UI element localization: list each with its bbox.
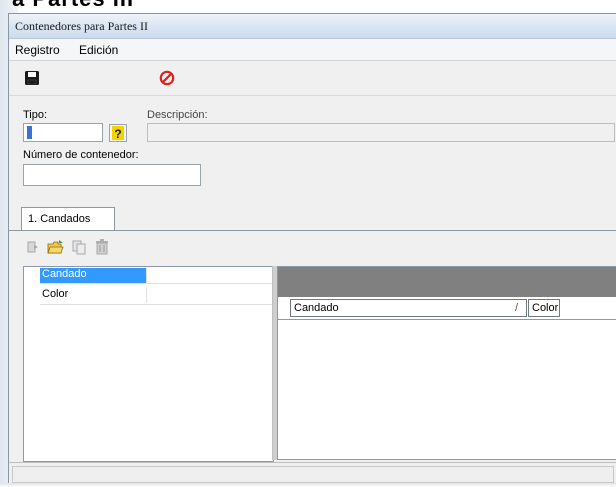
menu-bar: Registro Edición [9, 39, 616, 61]
tab-candados-label: 1. Candados [28, 213, 91, 225]
properties-panel: Candado Color [23, 266, 274, 462]
numero-contenedor-label: Número de contenedor: [23, 149, 139, 161]
status-bar [9, 462, 616, 485]
column-candado-label: Candado [294, 302, 339, 314]
property-color[interactable]: Color [40, 288, 146, 303]
menu-registro[interactable]: Registro [15, 43, 60, 57]
floppy-disk-icon [25, 71, 39, 85]
text-cursor [27, 126, 32, 139]
property-candado[interactable]: Candado [40, 268, 146, 283]
cancel-button[interactable] [156, 67, 178, 89]
tipo-label: Tipo: [23, 109, 48, 121]
save-button[interactable] [21, 67, 43, 89]
column-color-label: Color [532, 302, 559, 314]
background-heading: a Partes III [12, 0, 134, 12]
menu-edicion[interactable]: Edición [79, 43, 118, 57]
copy-button[interactable] [71, 239, 87, 255]
descripcion-label: Descripción: [147, 109, 208, 121]
group-by-area[interactable] [278, 267, 616, 297]
svg-text:?: ? [114, 127, 121, 140]
delete-icon [96, 239, 108, 255]
column-header-candado[interactable]: Candado / [290, 299, 527, 317]
open-button[interactable] [47, 239, 65, 255]
grid-panel: Candado / Color [277, 266, 616, 460]
open-folder-icon [47, 240, 64, 254]
property-candado-value[interactable] [146, 268, 273, 283]
property-divider [40, 304, 272, 305]
tipo-lookup-button[interactable]: ? [109, 124, 127, 142]
property-divider [40, 283, 272, 284]
descripcion-field [147, 123, 615, 142]
move-button[interactable] [27, 240, 41, 254]
window-title: Contenedores para Partes II [15, 19, 148, 33]
property-color-value[interactable] [146, 288, 273, 303]
grid-header: Candado / Color [278, 297, 616, 320]
no-entry-icon [159, 70, 175, 86]
sort-indicator: / [514, 302, 518, 314]
column-header-color[interactable]: Color [528, 299, 560, 317]
move-right-icon [27, 241, 38, 253]
tab-candados[interactable]: 1. Candados [21, 207, 115, 230]
copy-icon [72, 240, 86, 255]
window-bottom-shadow [0, 483, 616, 487]
numero-contenedor-input[interactable] [23, 164, 201, 186]
tipo-input[interactable] [23, 123, 103, 142]
delete-button[interactable] [95, 239, 109, 255]
tab-divider [9, 230, 616, 231]
main-toolbar [9, 61, 616, 96]
status-pane [12, 466, 614, 483]
question-mark-icon: ? [112, 126, 124, 140]
title-bar[interactable]: Contenedores para Partes II [9, 14, 616, 39]
app-window: Contenedores para Partes II Registro Edi… [8, 13, 616, 485]
